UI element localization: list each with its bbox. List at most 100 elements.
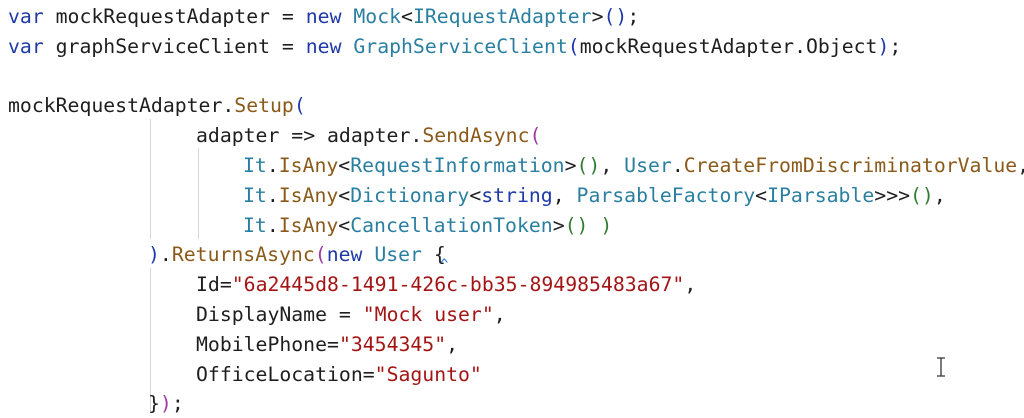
- code-token: >: [591, 5, 604, 28]
- code-token: =: [281, 34, 294, 58]
- text-cursor-icon: [937, 357, 945, 377]
- code-token: <: [755, 183, 768, 207]
- code-token: (: [293, 94, 306, 118]
- code-token: <: [338, 183, 351, 207]
- code-line[interactable]: It.IsAny<RequestInformation>(), User.Cre…: [243, 151, 1024, 180]
- code-token: "3454345": [338, 332, 447, 356]
- code-token: <: [338, 213, 351, 237]
- code-token: .: [222, 94, 235, 118]
- code-token: new: [326, 243, 375, 267]
- code-token: >: [552, 213, 565, 237]
- code-token: It: [243, 154, 267, 177]
- code-token: adapter: [196, 124, 280, 148]
- code-token: adapter: [327, 124, 411, 148]
- code-token: <: [469, 183, 482, 207]
- code-token: ,: [600, 154, 625, 177]
- code-line[interactable]: OfficeLocation="Sagunto": [196, 360, 482, 389]
- code-line[interactable]: adapter => adapter.SendAsync(: [196, 121, 541, 150]
- code-token: GraphServiceClient: [353, 34, 568, 58]
- code-token: var: [8, 5, 44, 28]
- code-token: (): [576, 154, 601, 177]
- code-token: (: [314, 243, 327, 267]
- code-token: CreateFromDiscriminatorValue: [683, 154, 1018, 177]
- code-line[interactable]: var graphServiceClient = new GraphServic…: [8, 32, 901, 61]
- code-token: ;: [889, 34, 902, 58]
- code-token: .: [794, 34, 806, 58]
- code-token: ): [600, 213, 613, 237]
- code-token: (): [564, 213, 589, 237]
- indent-guide: [150, 268, 151, 388]
- code-token: ParsableFactory: [576, 183, 756, 207]
- code-token: DisplayName: [196, 303, 328, 326]
- code-token: SendAsync: [422, 124, 530, 148]
- code-token: Dictionary: [350, 183, 470, 207]
- code-token: >: [564, 154, 577, 177]
- code-token: ;: [171, 392, 184, 416]
- code-token: "Sagunto": [374, 362, 482, 386]
- code-token: Object: [805, 34, 878, 58]
- code-token: var: [8, 34, 44, 58]
- code-line[interactable]: ).ReturnsAsync(new User {: [148, 240, 446, 269]
- code-token: .: [671, 154, 684, 177]
- code-token: IsAny: [278, 213, 339, 237]
- code-token: .: [159, 243, 172, 267]
- code-token: "6a2445d8-1491-426c-bb35-894985483a67": [231, 273, 685, 297]
- code-token: ,: [552, 183, 577, 207]
- code-token: graphServiceClient: [43, 34, 282, 58]
- code-token: new: [293, 34, 354, 58]
- code-token: Mock: [353, 5, 402, 28]
- code-token: <: [338, 154, 351, 177]
- code-token: IsAny: [278, 183, 339, 207]
- code-line[interactable]: It.IsAny<Dictionary<string, ParsableFact…: [243, 181, 946, 210]
- brace-match-marker: ^: [440, 257, 449, 273]
- code-token: =: [219, 273, 232, 297]
- code-token: ReturnsAsync: [171, 243, 315, 267]
- code-line[interactable]: mockRequestAdapter.Setup(: [8, 91, 306, 120]
- code-token: User: [374, 243, 422, 267]
- code-token: User: [624, 154, 672, 177]
- code-token: ): [877, 34, 890, 58]
- code-token: mockRequestAdapter: [579, 34, 795, 58]
- code-token: .: [410, 124, 423, 148]
- code-token: IsAny: [278, 154, 339, 177]
- code-token: (): [603, 5, 628, 28]
- code-token: ,: [446, 332, 459, 356]
- code-token: >>>: [874, 183, 911, 207]
- code-token: }: [148, 392, 160, 416]
- code-token: string: [481, 183, 553, 207]
- code-line[interactable]: });: [148, 389, 184, 418]
- code-token: .: [266, 213, 279, 237]
- code-token: "Mock user": [362, 303, 494, 326]
- code-token: =: [281, 5, 294, 28]
- code-line[interactable]: var mockRequestAdapter = new Mock<IReque…: [8, 2, 639, 31]
- code-token: mockRequestAdapter: [8, 94, 223, 118]
- code-line[interactable]: Id="6a2445d8-1491-426c-bb35-894985483a67…: [196, 270, 696, 299]
- code-line[interactable]: DisplayName = "Mock user",: [196, 300, 506, 329]
- code-token: =: [362, 362, 375, 386]
- code-token: It: [243, 213, 267, 237]
- code-line[interactable]: MobilePhone="3454345",: [196, 330, 458, 359]
- code-token: CancellationToken: [350, 213, 553, 237]
- code-line[interactable]: It.IsAny<CancellationToken>() ): [243, 211, 612, 240]
- code-token: RequestInformation: [350, 154, 565, 177]
- code-token: Setup: [234, 94, 294, 118]
- code-token: ): [148, 243, 160, 267]
- code-editor[interactable]: var mockRequestAdapter = new Mock<IReque…: [0, 0, 1024, 415]
- code-token: It: [243, 183, 267, 207]
- code-token: =: [327, 303, 363, 326]
- code-token: =: [327, 332, 339, 356]
- code-token: ): [159, 392, 172, 416]
- code-token: ;: [627, 5, 640, 28]
- code-token: new: [293, 5, 354, 28]
- code-token: Id: [196, 273, 220, 297]
- code-token: (): [910, 183, 934, 207]
- code-token: IRequestAdapter: [412, 5, 592, 28]
- code-token: <: [401, 5, 413, 28]
- code-token: ,: [493, 303, 506, 326]
- code-token: mockRequestAdapter: [43, 5, 282, 28]
- code-token: =>: [279, 124, 328, 148]
- code-token: ,: [684, 273, 697, 297]
- code-token: (: [529, 124, 542, 148]
- code-token: (: [567, 34, 580, 58]
